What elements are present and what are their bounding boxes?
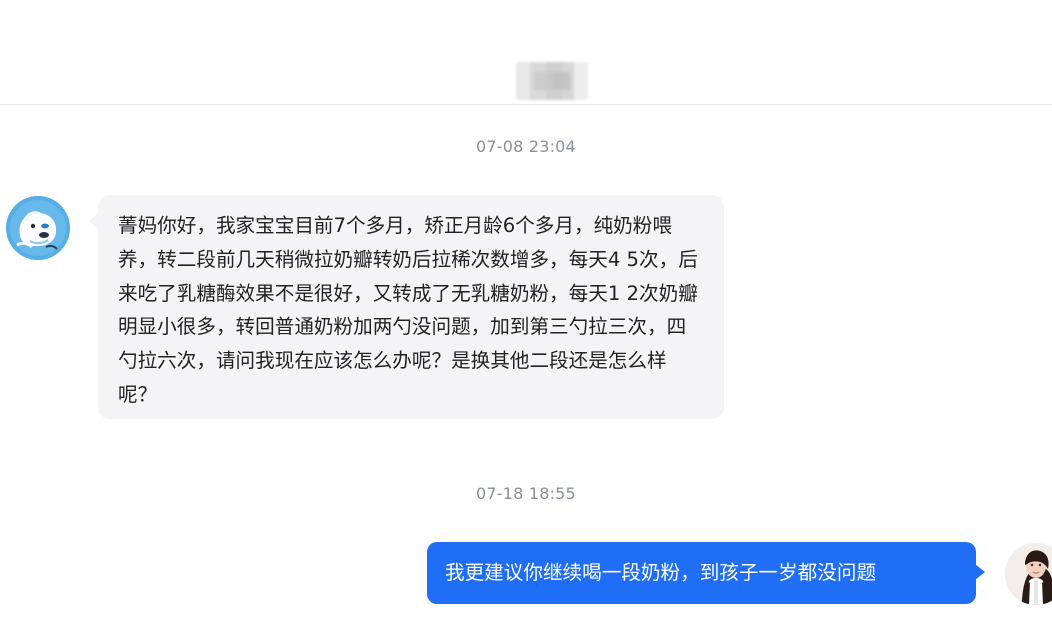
cartoon-dog-icon (6, 196, 70, 260)
incoming-message-text: 菁妈你好，我家宝宝目前7个多月，矫正月龄6个多月，纯奶粉喂养，转二段前几天稍微拉… (118, 214, 698, 406)
user-avatar[interactable] (6, 196, 70, 260)
chat-window: 07-08 23:04 菁妈你好，我家宝宝目前7个多月，矫正月龄6个多月，纯奶粉… (0, 0, 1052, 618)
assistant-avatar[interactable] (1005, 543, 1052, 605)
message-timestamp: 07-08 23:04 (476, 137, 576, 156)
outgoing-message-bubble[interactable]: 我更建议你继续喝一段奶粉，到孩子一岁都没问题 (427, 542, 985, 604)
incoming-message-bubble[interactable]: 菁妈你好，我家宝宝目前7个多月，矫正月龄6个多月，纯奶粉喂养，转二段前几天稍微拉… (89, 195, 724, 419)
contact-name-redacted (516, 62, 588, 100)
woman-portrait-icon (1005, 543, 1052, 605)
outgoing-message-text: 我更建议你继续喝一段奶粉，到孩子一岁都没问题 (445, 561, 877, 584)
message-timestamp: 07-18 18:55 (476, 484, 576, 503)
chat-header (0, 0, 1052, 105)
